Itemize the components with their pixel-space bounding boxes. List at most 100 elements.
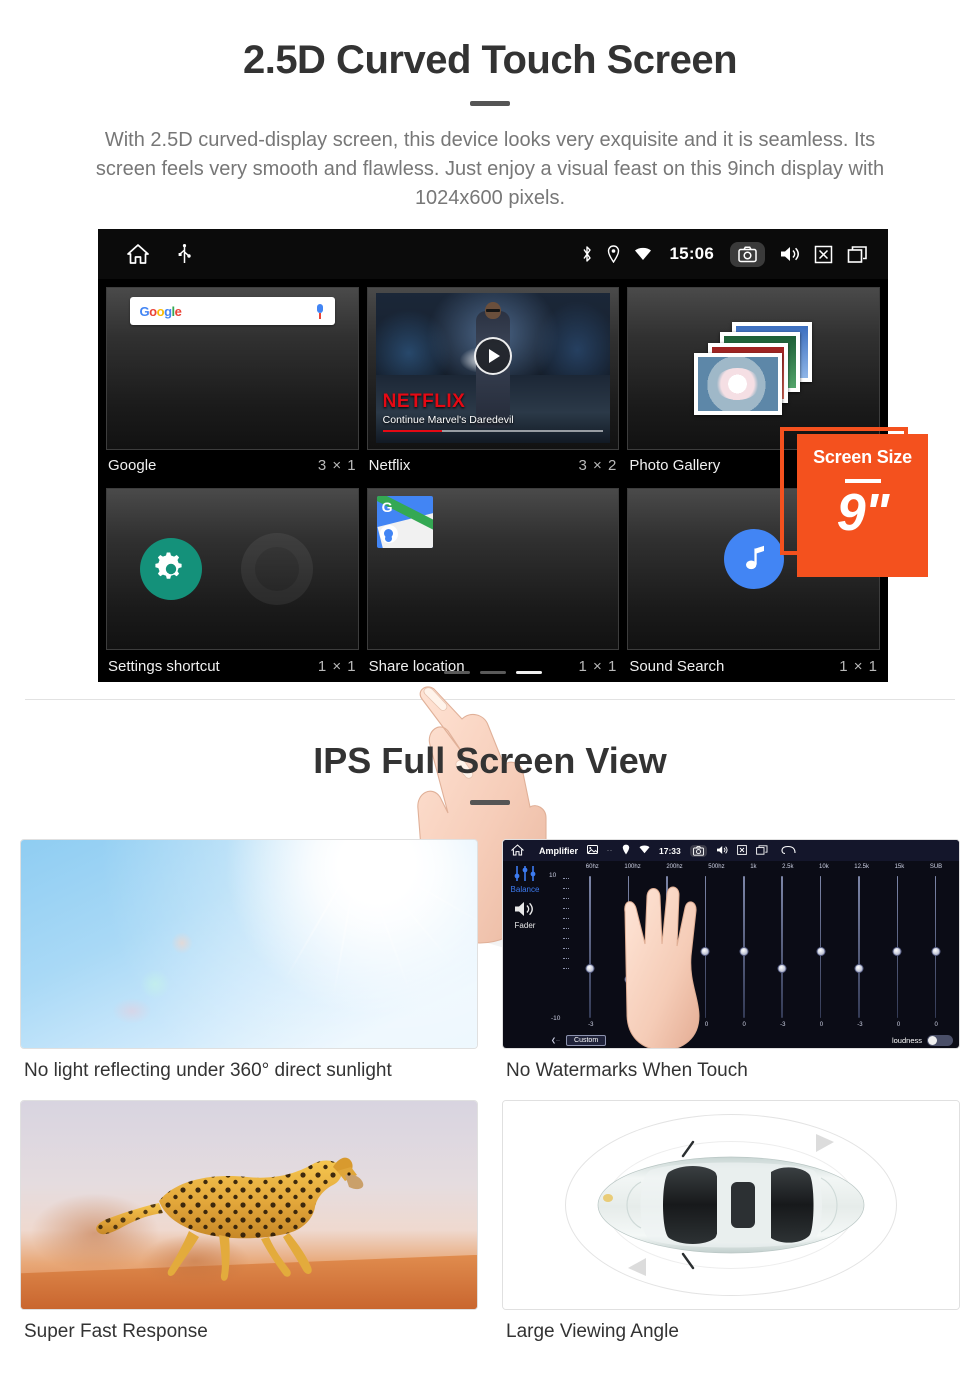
amplifier-body: Balance Fader 60hz 100hz 200hz 500hz 1k … [503,861,959,1048]
photo-frame-front [693,353,782,416]
media-icon [587,845,599,856]
google-g-letter: G [381,498,393,515]
amplifier-clock: 17:33 [659,845,681,856]
eq-slider[interactable] [585,876,595,1018]
gear-watermark-icon [241,533,313,605]
equalizer-panel: 60hz 100hz 200hz 500hz 1k 2.5k 10k 12.5k… [547,861,959,1048]
recents-icon[interactable] [847,245,868,264]
amplifier-screen: Amplifier ·· 17:33 Balance Fader 60hz 10… [503,840,959,1048]
google-logo: Google [139,303,182,319]
band-value: 0 [934,1022,938,1028]
home-icon[interactable] [126,243,150,265]
section2-title: IPS Full Screen View [313,740,667,781]
close-icon[interactable] [736,844,747,857]
loudness-label: loudness [891,1036,922,1045]
widget-size: 1 × 1 [839,657,878,675]
card-caption: Large Viewing Angle [506,1321,679,1342]
widget-name: Netflix [368,457,411,474]
tab-fader[interactable]: Fader [503,921,547,930]
screenshot-icon[interactable] [689,844,707,857]
volume-icon[interactable] [779,245,800,263]
page-indicator[interactable] [444,671,542,674]
more-icon: ·· [607,847,614,854]
person-pin-icon [379,524,398,543]
amplifier-screenshot-image: Amplifier ·· 17:33 Balance Fader 60hz 10… [502,839,960,1049]
running-cheetah-image [20,1100,478,1310]
back-icon[interactable] [781,845,796,857]
amplifier-bottom-bar: ❮·· Custom loudness [551,1035,953,1046]
widget-size: 3 × 1 [317,457,357,474]
widget-preview: NETFLIX Continue Marvel's Daredevil [366,287,620,450]
widget-meta: Sound Search 1 × 1 [627,650,880,682]
band-label: 1k [750,864,757,870]
page-dot-active[interactable] [516,671,542,674]
band-label: 15k [894,864,905,870]
widget-preview [627,287,880,450]
wifi-icon [634,247,652,261]
screen-size-badge: Screen Size 9" [797,434,928,577]
widget-name: Photo Gallery [629,457,721,474]
progress-bar [382,429,604,432]
microphone-icon[interactable] [315,303,325,319]
section-description: With 2.5D curved-display screen, this de… [95,129,885,209]
widget-size: 3 × 2 [578,457,618,474]
widget-preview: G [366,487,620,650]
feature-card-sunlight: No light reflecting under 360° direct su… [20,839,478,1082]
eq-slider[interactable] [892,876,902,1018]
amplifier-title: Amplifier [539,845,579,856]
bluetooth-icon [581,245,593,263]
eq-slider[interactable] [739,876,749,1018]
preset-button[interactable]: Custom [566,1035,607,1046]
google-search-bar[interactable]: Google [129,297,336,325]
back-arrow-icon[interactable]: ❮·· [551,1037,560,1044]
band-value: -3 [588,1022,594,1028]
device-screen-wrapper: 15:06 Google Google 3 × 1 NETFLIX Contin… [0,229,980,949]
hand-illustration [615,882,707,1048]
screen-size-value: 9" [836,484,890,542]
eq-slider[interactable] [854,876,864,1018]
widget-meta: Netflix 3 × 2 [367,450,620,482]
widget-meta: Google 3 × 1 [106,450,359,482]
status-bar: 15:06 [98,229,888,279]
gear-icon [139,537,202,600]
band-label: 100hz [624,864,641,870]
loudness-toggle[interactable] [927,1035,953,1046]
feature-card-fast-response: Super Fast Response [20,1100,478,1343]
band-value: -3 [780,1022,786,1028]
card-caption: No Watermarks When Touch [506,1060,748,1081]
tab-balance[interactable]: Balance [503,885,547,894]
music-note-icon [723,529,784,590]
widget-preview: Google [106,287,359,450]
eq-slider[interactable] [931,876,941,1018]
widget-card-share-location[interactable]: G Share location 1 × 1 [366,487,620,683]
home-icon[interactable] [510,843,525,858]
volume-icon[interactable] [716,845,728,857]
ips-full-screen-view-section: IPS Full Screen View No light reflecting… [0,700,980,1343]
band-value: 0 [819,1022,824,1028]
widget-card-settings-shortcut[interactable]: Settings shortcut 1 × 1 [106,487,359,683]
android-device-screen: 15:06 Google Google 3 × 1 NETFLIX Contin… [98,229,888,682]
screenshot-icon[interactable] [730,241,765,267]
cheetah-silhouette [96,1157,364,1281]
widget-name: Sound Search [629,657,725,675]
widget-card-google[interactable]: Google Google 3 × 1 [106,287,359,482]
loudness-control[interactable]: loudness [892,1035,953,1046]
rotation-arrows [628,1134,834,1276]
balance-sliders-icon[interactable] [503,865,547,884]
recents-icon[interactable] [755,844,768,857]
page-dot[interactable] [444,671,470,674]
amplifier-side-tabs: Balance Fader [503,861,547,1048]
widget-card-netflix[interactable]: NETFLIX Continue Marvel's Daredevil Netf… [366,287,620,482]
frequency-labels: 60hz 100hz 200hz 500hz 1k 2.5k 10k 12.5k… [549,864,955,870]
usb-icon [178,244,191,264]
close-icon[interactable] [814,245,833,264]
eq-slider[interactable] [816,876,826,1018]
scale-bottom-label: -10 [551,1015,561,1022]
feature-card-grid: No light reflecting under 360° direct su… [20,839,960,1343]
play-icon[interactable] [473,336,512,375]
page-dot[interactable] [480,671,506,674]
band-label: 500hz [708,864,725,870]
eq-slider[interactable] [777,876,787,1018]
fader-speaker-icon[interactable] [503,900,547,920]
widget-meta: Settings shortcut 1 × 1 [106,650,359,682]
